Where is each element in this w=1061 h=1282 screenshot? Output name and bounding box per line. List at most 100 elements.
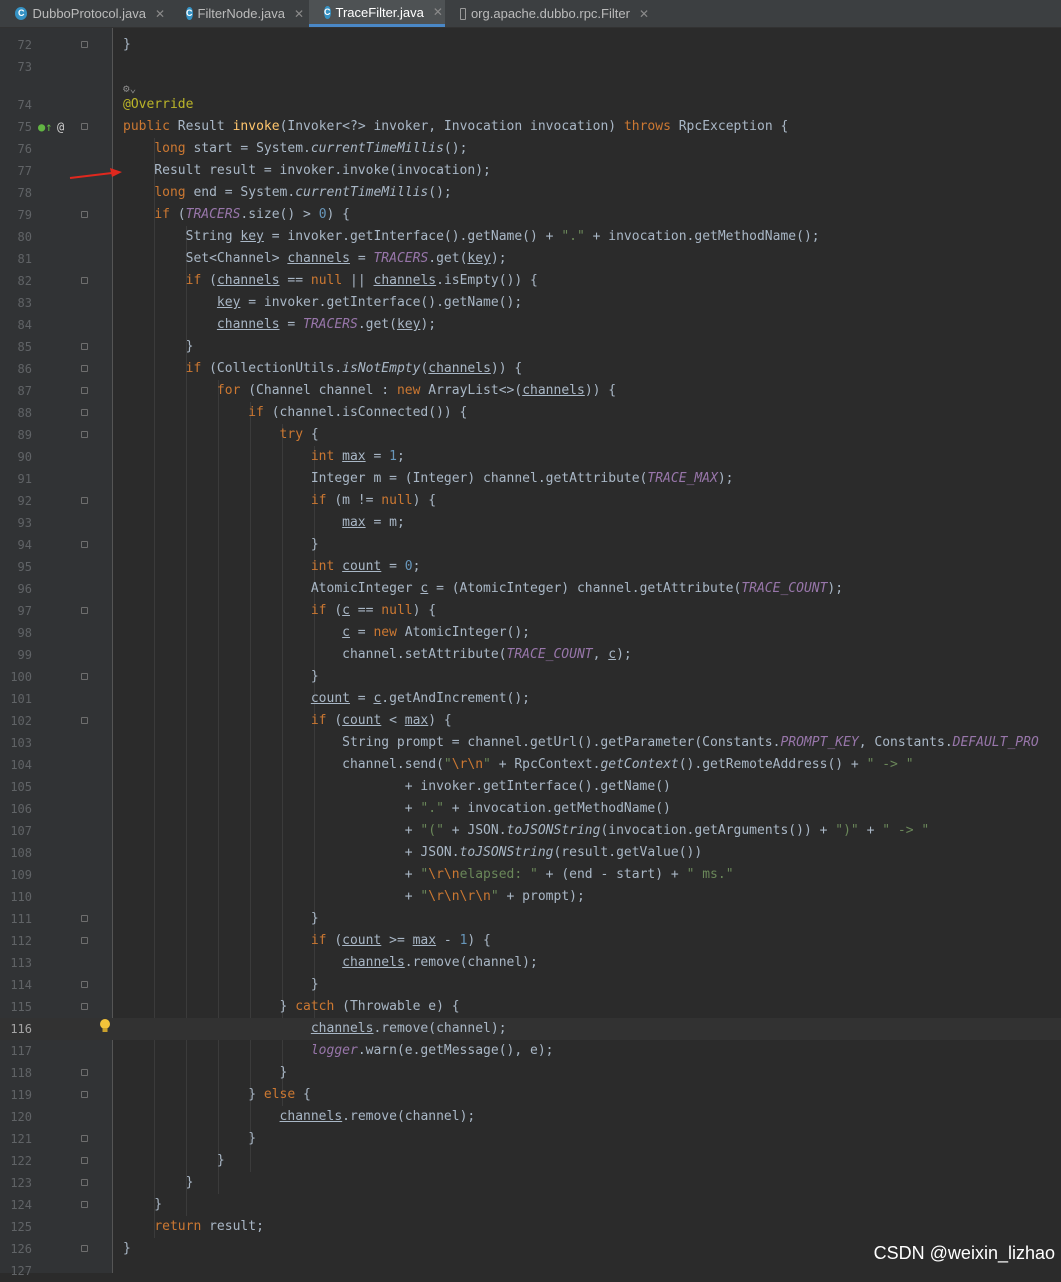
- fold-marker-icon[interactable]: [81, 937, 88, 944]
- editor-tab-bar: C DubboProtocol.java ✕ C FilterNode.java…: [0, 0, 1061, 28]
- close-icon[interactable]: ✕: [294, 7, 304, 21]
- tab-label: FilterNode.java: [197, 6, 285, 21]
- lightbulb-icon[interactable]: [99, 1018, 111, 1034]
- code-line: 100 }: [0, 666, 1061, 688]
- code-text: max = m;: [342, 515, 405, 530]
- code-line: 80 String key = invoker.getInterface().g…: [0, 226, 1061, 248]
- fold-marker-icon[interactable]: [81, 1135, 88, 1142]
- code-text: } catch (Throwable e) {: [123, 999, 460, 1014]
- code-text: channels.remove(channel);: [279, 1109, 476, 1124]
- fold-marker-icon[interactable]: [81, 1091, 88, 1098]
- tab-rpc-filter[interactable]: org.apache.dubbo.rpc.Filter ✕: [445, 0, 655, 27]
- code-text: logger.warn(e.getMessage(), e);: [310, 1043, 554, 1058]
- line-number: 108: [10, 846, 32, 860]
- fold-marker-icon[interactable]: [81, 277, 88, 284]
- annotation-marker-icon[interactable]: @: [57, 116, 64, 138]
- fold-marker-icon[interactable]: [81, 409, 88, 416]
- line-number: 73: [17, 60, 32, 74]
- code-text: int count = 0;: [310, 559, 421, 574]
- fold-marker-icon[interactable]: [81, 365, 88, 372]
- line-number: 90: [17, 450, 32, 464]
- code-line: 103 String prompt = channel.getUrl().get…: [0, 732, 1061, 754]
- line-number: 115: [10, 1000, 32, 1014]
- line-number: 113: [10, 956, 32, 970]
- line-number: 77: [17, 164, 32, 178]
- code-line: 110 + "\r\n\r\n" + prompt);: [0, 886, 1061, 908]
- line-number: 94: [17, 538, 32, 552]
- code-text: + "\r\n\r\n" + prompt);: [123, 889, 585, 904]
- code-text: if (m != null) {: [310, 493, 437, 508]
- line-number: 72: [17, 38, 32, 52]
- tab-tracefilter[interactable]: C TraceFilter.java ✕: [309, 0, 445, 27]
- code-line: 76 long start = System.currentTimeMillis…: [0, 138, 1061, 160]
- file-icon: [460, 7, 466, 20]
- code-text: + "\r\nelapsed: " + (end - start) + " ms…: [123, 867, 734, 882]
- line-number: 105: [10, 780, 32, 794]
- fold-marker-icon[interactable]: [81, 541, 88, 548]
- code-line: 75 ●↑ @ public Result invoke(Invoker<?> inv…: [0, 116, 1061, 138]
- code-text: if (channel.isConnected()) {: [248, 405, 468, 420]
- fold-marker-icon[interactable]: [81, 123, 88, 130]
- tab-filternode[interactable]: C FilterNode.java ✕: [171, 0, 309, 27]
- code-line: 83 key = invoker.getInterface().getName(…: [0, 292, 1061, 314]
- line-number: 110: [10, 890, 32, 904]
- fold-marker-icon[interactable]: [81, 1179, 88, 1186]
- code-text: + invoker.getInterface().getName(): [123, 779, 671, 794]
- line-number: 124: [10, 1198, 32, 1212]
- code-text: }: [123, 1175, 194, 1190]
- close-icon[interactable]: ✕: [433, 5, 443, 19]
- tab-dubboprotocol[interactable]: C DubboProtocol.java ✕: [0, 0, 171, 27]
- line-number: 84: [17, 318, 32, 332]
- fold-marker-icon[interactable]: [81, 1003, 88, 1010]
- code-text: channel.setAttribute(TRACE_COUNT, c);: [123, 647, 632, 662]
- fold-marker-icon[interactable]: [81, 1245, 88, 1252]
- fold-marker-icon[interactable]: [81, 211, 88, 218]
- code-line: 81 Set<Channel> channels = TRACERS.get(k…: [0, 248, 1061, 270]
- code-line: 90 int max = 1;: [0, 446, 1061, 468]
- code-text: int max = 1;: [310, 449, 405, 464]
- java-class-icon: C: [186, 7, 193, 20]
- fold-marker-icon[interactable]: [81, 387, 88, 394]
- fold-marker-icon[interactable]: [81, 717, 88, 724]
- fold-marker-icon[interactable]: [81, 41, 88, 48]
- fold-marker-icon[interactable]: [81, 915, 88, 922]
- code-text: }: [123, 1241, 131, 1256]
- code-line: 91 Integer m = (Integer) channel.getAttr…: [0, 468, 1061, 490]
- line-number: 74: [17, 98, 32, 112]
- code-line: 96 AtomicInteger c = (AtomicInteger) cha…: [0, 578, 1061, 600]
- code-text: Result result = invoker.invoke(invocatio…: [123, 163, 491, 178]
- code-line: 109 + "\r\nelapsed: " + (end - start) + …: [0, 864, 1061, 886]
- fold-marker-icon[interactable]: [81, 1069, 88, 1076]
- line-number: 82: [17, 274, 32, 288]
- code-line: 121 }: [0, 1128, 1061, 1150]
- fold-marker-icon[interactable]: [81, 1201, 88, 1208]
- code-text: + "." + invocation.getMethodName(): [123, 801, 671, 816]
- fold-marker-icon[interactable]: [81, 1157, 88, 1164]
- code-line: 106 + "." + invocation.getMethodName(): [0, 798, 1061, 820]
- code-line: 111 }: [0, 908, 1061, 930]
- line-number: 127: [10, 1264, 32, 1278]
- line-number: 78: [17, 186, 32, 200]
- code-line: 117 logger.warn(e.getMessage(), e);: [0, 1040, 1061, 1062]
- fold-marker-icon[interactable]: [81, 673, 88, 680]
- code-text: channel.send("\r\n" + RpcContext.getCont…: [123, 757, 914, 772]
- line-number: 119: [10, 1088, 32, 1102]
- fold-marker-icon[interactable]: [81, 497, 88, 504]
- code-text: + "(" + JSON.toJSONString(invocation.get…: [123, 823, 930, 838]
- code-line: 86 if (CollectionUtils.isNotEmpty(channe…: [0, 358, 1061, 380]
- code-line: 101 count = c.getAndIncrement();: [0, 688, 1061, 710]
- code-text: if (count < max) {: [310, 713, 452, 728]
- code-line: 87 for (Channel channel : new ArrayList<…: [0, 380, 1061, 402]
- fold-marker-icon[interactable]: [81, 607, 88, 614]
- code-line: 72}: [0, 34, 1061, 56]
- fold-marker-icon[interactable]: [81, 343, 88, 350]
- line-number: 93: [17, 516, 32, 530]
- fold-marker-icon[interactable]: [81, 981, 88, 988]
- close-icon[interactable]: ✕: [155, 7, 165, 21]
- line-number: 99: [17, 648, 32, 662]
- code-line: 124 }: [0, 1194, 1061, 1216]
- fold-marker-icon[interactable]: [81, 431, 88, 438]
- line-number: 88: [17, 406, 32, 420]
- override-marker-icon[interactable]: ●↑: [38, 116, 52, 138]
- close-icon[interactable]: ✕: [639, 7, 649, 21]
